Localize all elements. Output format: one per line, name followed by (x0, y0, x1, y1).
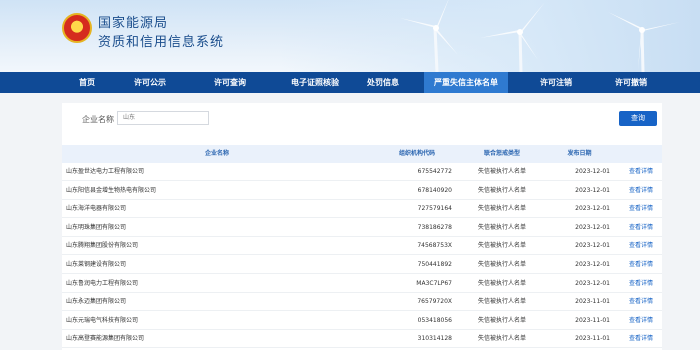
column-header-company: 企业名称 (204, 150, 229, 157)
cell-type: 失信被执行人名单 (477, 223, 526, 231)
table-row: 山东鲁润电力工程有限公司 MA3C7LP67 失信被执行人名单 2023-12-01 查… (62, 275, 662, 293)
view-detail-link[interactable]: 查看详情 (622, 256, 660, 274)
main-nav: 首页 许可公示 许可查询 电子证照核验 处罚信息 严重失信主体名单 许可注销 许… (0, 72, 700, 93)
nav-item-e-cert-verify[interactable]: 电子证照核验 (272, 72, 358, 93)
cell-date: 2023-12-01 (575, 205, 610, 213)
nav-item-dishonest-list[interactable]: 严重失信主体名单 (424, 72, 508, 93)
cell-company-name: 山东永迈集团有限公司 (66, 298, 127, 306)
nav-item-license-query[interactable]: 许可查询 (192, 72, 268, 93)
emblem-star-icon: ★ (71, 18, 82, 32)
company-name-input[interactable]: 山东 (117, 111, 209, 125)
cell-company-name: 山东盈世达电力工程有限公司 (66, 168, 145, 175)
cell-date: 2023-12-01 (575, 186, 610, 194)
cell-company-name: 山东元瑞电气科技有限公司 (66, 316, 139, 324)
cell-date: 2023-11-01 (575, 298, 610, 306)
view-detail-link[interactable]: 查看详情 (622, 182, 660, 200)
cell-type: 失信被执行人名单 (477, 205, 526, 213)
table-row: 山东腾翔集团股份有限公司 74568753X 失信被执行人名单 2023-12-01 查… (62, 237, 662, 256)
cell-date: 2023-12-01 (575, 279, 610, 287)
view-detail-link[interactable]: 查看详情 (622, 275, 660, 293)
table-row: 山东永迈集团有限公司 76579720X 失信被执行人名单 2023-11-01 查看详… (62, 293, 662, 312)
search-label: 企业名称 (82, 115, 114, 124)
cell-type: 失信被执行人名单 (477, 335, 526, 343)
view-detail-link[interactable]: 查看详情 (622, 237, 660, 255)
cell-company-name: 山东明珠集团有限公司 (66, 223, 127, 231)
table-row: 山东阳信县金增生物热电有限公司 678140920 失信被执行人名单 2023-12-… (62, 182, 662, 200)
cell-company-name: 山东鲁润电力工程有限公司 (66, 279, 139, 287)
cell-company-name: 山东莱钢建设有限公司 (66, 261, 127, 268)
cell-type: 失信被执行人名单 (477, 261, 526, 268)
cell-type: 失信被执行人名单 (477, 186, 526, 194)
table-row: 山东明珠集团有限公司 738186278 失信被执行人名单 2023-12-01 查看详… (62, 219, 662, 237)
cell-org-code: 727579164 (417, 205, 452, 213)
table-row: 山东盈世达电力工程有限公司 675542772 失信被执行人名单 2023-12-01… (62, 163, 662, 181)
cell-company-name: 山东腾翔集团股份有限公司 (66, 242, 139, 250)
org-title: 国家能源局 (98, 16, 169, 31)
cell-company-name: 山东阳信县金增生物热电有限公司 (66, 186, 157, 194)
cell-date: 2023-12-01 (575, 223, 610, 231)
cell-org-code: 675542772 (417, 168, 452, 175)
cell-org-code: 738186278 (417, 223, 452, 231)
cell-org-code: 678140920 (417, 186, 452, 194)
nav-item-license-cancel[interactable]: 许可注销 (520, 72, 592, 93)
cell-org-code: MA3C7LP67 (416, 279, 452, 287)
column-header-org-code: 组织机构代码 (398, 150, 435, 157)
cell-date: 2023-11-01 (575, 335, 610, 343)
cell-company-name: 山东高登赛能源集团有限公司 (66, 335, 145, 343)
cell-org-code: 76579720X (417, 298, 452, 306)
table-row: 山东海洋电器有限公司 727579164 失信被执行人名单 2023-12-01 查看详… (62, 200, 662, 219)
cell-date: 2023-12-01 (575, 261, 610, 268)
column-header-type: 联合惩戒类型 (483, 150, 520, 157)
table-row: 山东元瑞电气科技有限公司 053418056 失信被执行人名单 2023-11-01 查… (62, 312, 662, 330)
system-title: 资质和信用信息系统 (98, 35, 225, 50)
view-detail-link[interactable]: 查看详情 (622, 200, 660, 218)
view-detail-link[interactable]: 查看详情 (622, 293, 660, 311)
table-row: 山东莱钢建设有限公司 750441892 失信被执行人名单 2023-12-01 查看详… (62, 256, 662, 274)
cell-type: 失信被执行人名单 (477, 168, 526, 175)
search-button[interactable]: 查询 (619, 111, 657, 126)
cell-type: 失信被执行人名单 (477, 298, 526, 306)
nav-item-license-revoke[interactable]: 许可撤销 (598, 72, 664, 93)
cell-date: 2023-11-01 (575, 316, 610, 324)
national-emblem-icon: ★ (62, 13, 92, 43)
cell-company-name: 山东海洋电器有限公司 (66, 205, 127, 213)
content-panel: 企业名称 山东 查询 企业名称 组织机构代码 联合惩戒类型 发布日期 山东盈世达… (62, 103, 662, 350)
view-detail-link[interactable]: 查看详情 (622, 312, 660, 330)
cell-org-code: 053418056 (417, 316, 452, 324)
column-header-date: 发布日期 (567, 150, 592, 157)
cell-org-code: 310314128 (417, 335, 452, 343)
cell-type: 失信被执行人名单 (477, 279, 526, 287)
table-row: 山东高登赛能源集团有限公司 310314128 失信被执行人名单 2023-11-01… (62, 330, 662, 349)
wind-turbine-illustration (400, 0, 680, 72)
cell-org-code: 74568753X (417, 242, 452, 250)
cell-date: 2023-12-01 (575, 242, 610, 250)
nav-item-license-public[interactable]: 许可公示 (112, 72, 188, 93)
cell-org-code: 750441892 (417, 261, 452, 268)
header-banner: ★ 国家能源局 资质和信用信息系统 (0, 0, 700, 72)
view-detail-link[interactable]: 查看详情 (622, 163, 660, 181)
view-detail-link[interactable]: 查看详情 (622, 330, 660, 348)
cell-type: 失信被执行人名单 (477, 242, 526, 250)
cell-date: 2023-12-01 (575, 168, 610, 175)
table-header: 企业名称 组织机构代码 联合惩戒类型 发布日期 (62, 145, 662, 163)
nav-item-penalty-info[interactable]: 处罚信息 (348, 72, 418, 93)
cell-type: 失信被执行人名单 (477, 316, 526, 324)
view-detail-link[interactable]: 查看详情 (622, 219, 660, 237)
